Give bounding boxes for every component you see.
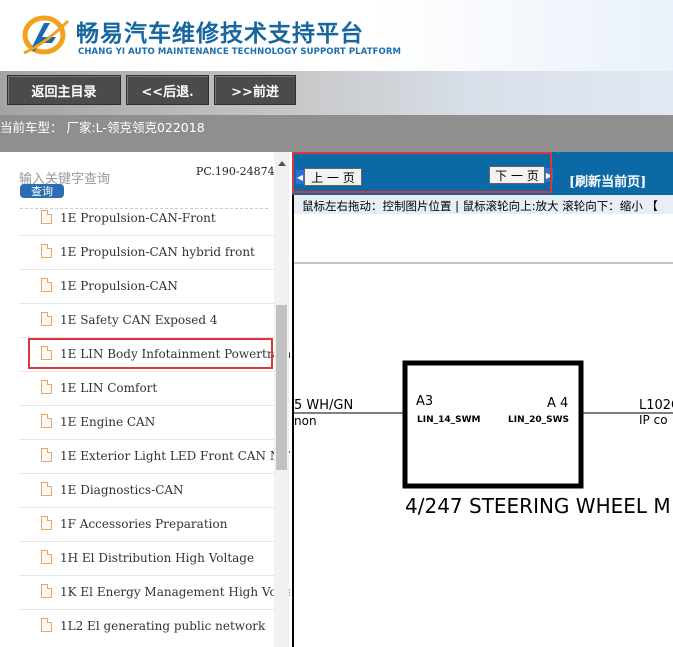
list-item[interactable]: 1E Engine CAN	[19, 406, 274, 440]
document-icon	[41, 210, 52, 224]
list-item[interactable]: 1E Exterior Light LED Front CAN NET	[19, 440, 290, 474]
document-icon	[41, 618, 52, 632]
scrollbar-thumb[interactable]	[276, 305, 287, 470]
document-icon	[41, 584, 52, 598]
document-icon	[41, 312, 52, 326]
nav-bar: 返回主目录 <<后退. >>前进	[0, 71, 673, 115]
component-label: 4/247 STEERING WHEEL M	[405, 494, 671, 518]
home-button[interactable]: 返回主目录	[7, 75, 121, 105]
list-item[interactable]: 1E Diagnostics-CAN	[19, 474, 274, 508]
sidebar: 输入关键字查询 查询 PC.190-24874 1E Propulsion-CA…	[0, 152, 290, 647]
list-item-label: 1E Propulsion-CAN	[60, 279, 178, 293]
wiring-diagram[interactable]: 5 WH/GN non A3 A 4 LIN_14_SWM LIN_20_SWS…	[294, 214, 673, 647]
document-icon	[41, 550, 52, 564]
diagram-canvas	[294, 262, 673, 489]
document-icon	[41, 278, 52, 292]
list-item[interactable]: 1E Safety CAN Exposed 4	[19, 304, 274, 338]
list-item-label: 1F Accessories Preparation	[60, 517, 228, 531]
refresh-link[interactable]: [刷新当前页]	[569, 171, 646, 190]
cy-logo-icon	[22, 15, 70, 55]
document-icon	[41, 380, 52, 394]
document-icon	[41, 516, 52, 530]
current-car-label: 当前车型： 厂家:L-领克领克022018	[0, 120, 205, 135]
document-icon	[41, 482, 52, 496]
forward-button[interactable]: >>前进	[214, 75, 296, 105]
list-item[interactable]: 1E Propulsion-CAN	[19, 270, 274, 304]
current-car-bar: 当前车型： 厂家:L-领克领克022018	[0, 115, 673, 152]
signal-a4: LIN_20_SWS	[508, 415, 570, 425]
back-button[interactable]: <<后退.	[126, 75, 209, 105]
document-icon	[41, 244, 52, 258]
platform-title: 畅易汽车维修技术支持平台	[76, 21, 364, 47]
list-item-label: 1H El Distribution High Voltage	[60, 551, 255, 565]
pin-a4: A 4	[547, 396, 569, 411]
list-item-label: 1E Safety CAN Exposed 4	[60, 313, 218, 327]
list-item[interactable]: 1H El Distribution High Voltage	[19, 542, 274, 576]
usage-hint-bar: 鼠标左右拖动：控制图片位置 | 鼠标滚轮向上:放大 滚轮向下：缩小 【	[294, 195, 673, 214]
document-icon	[41, 414, 52, 428]
right-wire-label: L102C	[639, 398, 673, 413]
selection-highlight	[28, 338, 273, 369]
left-wire-label: 5 WH/GN	[294, 398, 354, 413]
list-item-label: 1E LIN Comfort	[60, 381, 158, 395]
pager-highlight	[292, 152, 552, 193]
scroll-up-icon[interactable]	[278, 161, 286, 166]
document-icon	[41, 448, 52, 462]
list-item[interactable]: 1F Accessories Preparation	[19, 508, 274, 542]
list-item[interactable]: 1K El Energy Management High Voltag	[19, 576, 290, 610]
part-code: PC.190-24874	[196, 165, 275, 178]
list-item[interactable]: 1E Propulsion-CAN-Front	[19, 202, 274, 236]
list-item-label: 1E Propulsion-CAN hybrid front	[60, 245, 255, 259]
list-item-label: 1L2 El generating public network	[60, 619, 266, 633]
right-wire-sub: IP co	[639, 413, 668, 427]
list-item-label: 1E Engine CAN	[60, 415, 156, 429]
list-item[interactable]: 1L2 El generating public network	[19, 610, 274, 644]
list-item-label: 1E Diagnostics-CAN	[60, 483, 184, 497]
list-item[interactable]: 1E Propulsion-CAN hybrid front	[19, 236, 274, 270]
pin-a3: A3	[416, 394, 434, 409]
search-button[interactable]: 查询	[20, 184, 64, 198]
list-item-label: 1K El Energy Management High Voltag	[60, 585, 290, 599]
list-item-label: 1E Propulsion-CAN-Front	[60, 211, 216, 225]
app-header: 畅易汽车维修技术支持平台 CHANG YI AUTO MAINTENANCE T…	[0, 0, 673, 71]
list-item[interactable]: 1E LIN Comfort	[19, 372, 274, 406]
list-item-label: 1E Exterior Light LED Front CAN NET	[60, 449, 290, 463]
signal-a3: LIN_14_SWM	[417, 415, 481, 425]
document-list: 1E Propulsion-CAN-Front 1E Propulsion-CA…	[19, 202, 290, 644]
usage-hint: 鼠标左右拖动：控制图片位置 | 鼠标滚轮向上:放大 滚轮向下：缩小 【	[302, 199, 658, 213]
left-wire-sub: non	[294, 414, 317, 428]
platform-subtitle: CHANG YI AUTO MAINTENANCE TECHNOLOGY SUP…	[78, 47, 402, 57]
